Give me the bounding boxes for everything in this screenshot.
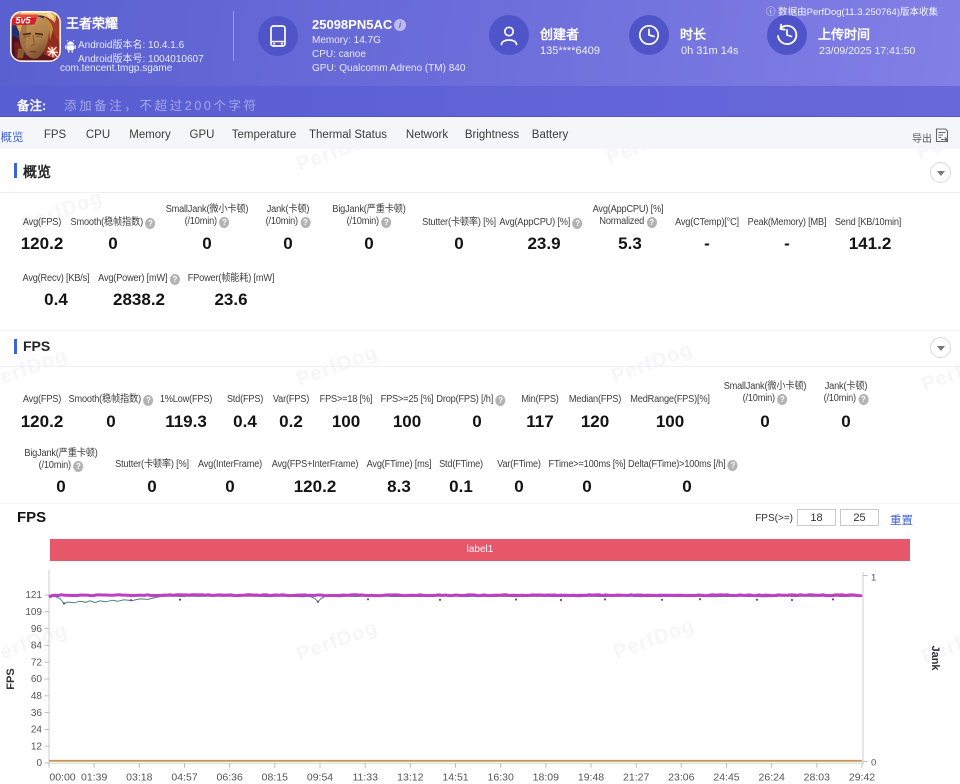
svg-text:29:42: 29:42 — [849, 772, 875, 784]
svg-text:08:15: 08:15 — [262, 772, 288, 784]
svg-text:01:39: 01:39 — [81, 772, 107, 784]
svg-text:23:06: 23:06 — [668, 772, 694, 784]
svg-text:19:48: 19:48 — [578, 772, 604, 784]
svg-text:13:12: 13:12 — [397, 772, 423, 784]
svg-text:24: 24 — [31, 725, 43, 736]
svg-text:12: 12 — [31, 741, 43, 752]
svg-text:09:54: 09:54 — [307, 772, 333, 784]
svg-text:24:45: 24:45 — [713, 772, 739, 784]
svg-text:109: 109 — [25, 607, 42, 618]
svg-text:11:33: 11:33 — [352, 772, 378, 784]
svg-text:28:03: 28:03 — [804, 772, 830, 784]
svg-text:0: 0 — [871, 758, 876, 769]
svg-text:18:09: 18:09 — [533, 772, 559, 784]
svg-text:Jank: Jank — [929, 645, 941, 671]
svg-text:03:18: 03:18 — [126, 772, 152, 784]
svg-text:0: 0 — [36, 758, 42, 769]
svg-text:96: 96 — [31, 624, 43, 635]
svg-text:06:36: 06:36 — [217, 772, 243, 784]
svg-text:26:24: 26:24 — [759, 772, 785, 784]
svg-text:16:30: 16:30 — [488, 772, 514, 784]
svg-text:04:57: 04:57 — [171, 772, 197, 784]
svg-text:14:51: 14:51 — [442, 772, 468, 784]
svg-text:1: 1 — [871, 573, 876, 584]
svg-text:00:00: 00:00 — [49, 772, 75, 784]
svg-text:FPS: FPS — [5, 668, 17, 689]
svg-text:48: 48 — [31, 691, 43, 702]
svg-text:36: 36 — [31, 708, 43, 719]
svg-text:60: 60 — [31, 674, 43, 685]
svg-text:84: 84 — [31, 641, 43, 652]
svg-text:21:27: 21:27 — [623, 772, 649, 784]
svg-text:121: 121 — [25, 590, 42, 601]
svg-text:72: 72 — [31, 657, 43, 668]
